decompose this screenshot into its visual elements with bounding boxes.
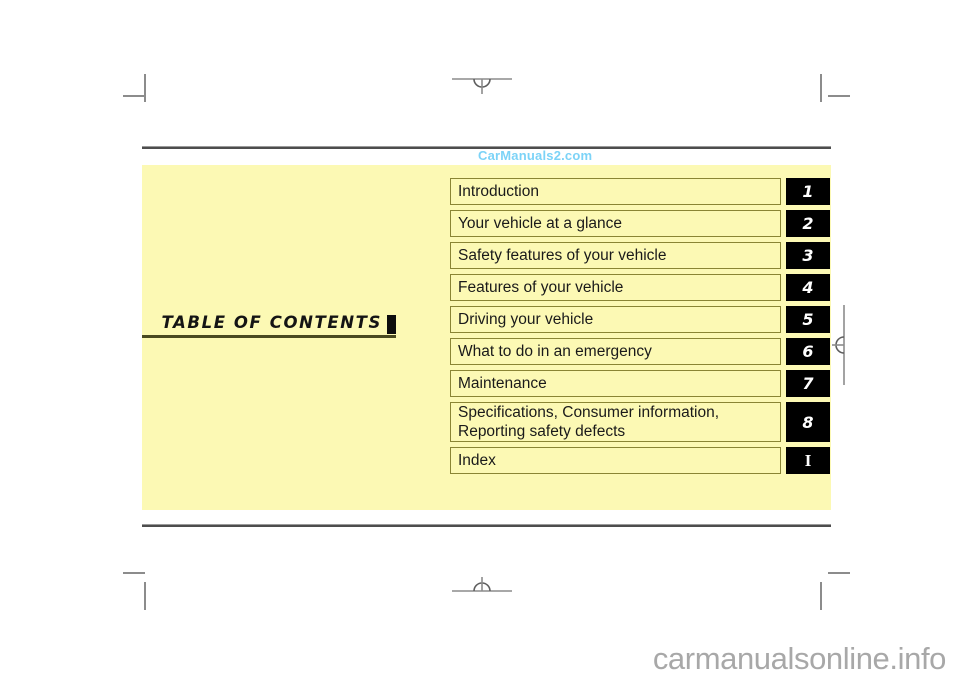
- toc-entry-safety-features[interactable]: Safety features of your vehicle 3: [450, 242, 830, 269]
- registration-mark-top-center: [452, 68, 512, 98]
- toc-entry-label[interactable]: Maintenance: [450, 370, 781, 397]
- crop-mark-top-left-vertical: [144, 74, 146, 102]
- toc-entry-what-to-do-in-an-emergency[interactable]: What to do in an emergency 6: [450, 338, 830, 365]
- toc-entry-label[interactable]: Specifications, Consumer information, Re…: [450, 402, 781, 442]
- toc-entry-tab-number[interactable]: 2: [786, 210, 830, 237]
- page-title-underline: [142, 335, 396, 338]
- toc-entry-label[interactable]: Introduction: [450, 178, 781, 205]
- toc-entry-tab-number[interactable]: I: [786, 447, 830, 474]
- toc-entry-label[interactable]: Safety features of your vehicle: [450, 242, 781, 269]
- crop-mark-bottom-right-horizontal: [828, 572, 850, 574]
- crop-mark-top-left-horizontal: [123, 95, 145, 97]
- toc-entry-tab-number[interactable]: 4: [786, 274, 830, 301]
- crop-mark-bottom-left-horizontal: [123, 572, 145, 574]
- toc-entry-driving-your-vehicle[interactable]: Driving your vehicle 5: [450, 306, 830, 333]
- watermark-carmanualsonline: carmanualsonline.info: [652, 641, 947, 676]
- page-title-text: TABLE OF CONTENTS: [161, 313, 382, 332]
- toc-entry-features-of-your-vehicle[interactable]: Features of your vehicle 4: [450, 274, 830, 301]
- page-title: TABLE OF CONTENTS: [142, 313, 396, 338]
- toc-entry-tab-number[interactable]: 5: [786, 306, 830, 333]
- watermark-carmanuals2: CarManuals2.com: [478, 148, 593, 163]
- toc-entry-tab-number[interactable]: 3: [786, 242, 830, 269]
- toc-entry-your-vehicle-at-a-glance[interactable]: Your vehicle at a glance 2: [450, 210, 830, 237]
- registration-mark-bottom-center: [452, 572, 512, 602]
- crop-mark-top-right-horizontal: [828, 95, 850, 97]
- toc-entry-tab-number[interactable]: 6: [786, 338, 830, 365]
- crop-mark-bottom-right-vertical: [820, 582, 822, 610]
- toc-entry-label[interactable]: Features of your vehicle: [450, 274, 781, 301]
- page-rule-bottom: [142, 524, 831, 527]
- page-title-end-block: [387, 315, 396, 334]
- toc-entry-introduction[interactable]: Introduction 1: [450, 178, 830, 205]
- toc-entry-label[interactable]: Index: [450, 447, 781, 474]
- toc-entry-label[interactable]: What to do in an emergency: [450, 338, 781, 365]
- toc-entry-tab-number[interactable]: 1: [786, 178, 830, 205]
- toc-entry-label[interactable]: Driving your vehicle: [450, 306, 781, 333]
- toc-list: Introduction 1 Your vehicle at a glance …: [450, 178, 830, 479]
- toc-entry-specifications[interactable]: Specifications, Consumer information, Re…: [450, 402, 830, 442]
- crop-mark-bottom-left-vertical: [144, 582, 146, 610]
- toc-entry-maintenance[interactable]: Maintenance 7: [450, 370, 830, 397]
- toc-entry-tab-number[interactable]: 7: [786, 370, 830, 397]
- toc-entry-tab-number[interactable]: 8: [786, 402, 830, 442]
- registration-mark-right-edge: [832, 305, 862, 385]
- toc-entry-label[interactable]: Your vehicle at a glance: [450, 210, 781, 237]
- crop-mark-top-right-vertical: [820, 74, 822, 102]
- toc-entry-index[interactable]: Index I: [450, 447, 830, 474]
